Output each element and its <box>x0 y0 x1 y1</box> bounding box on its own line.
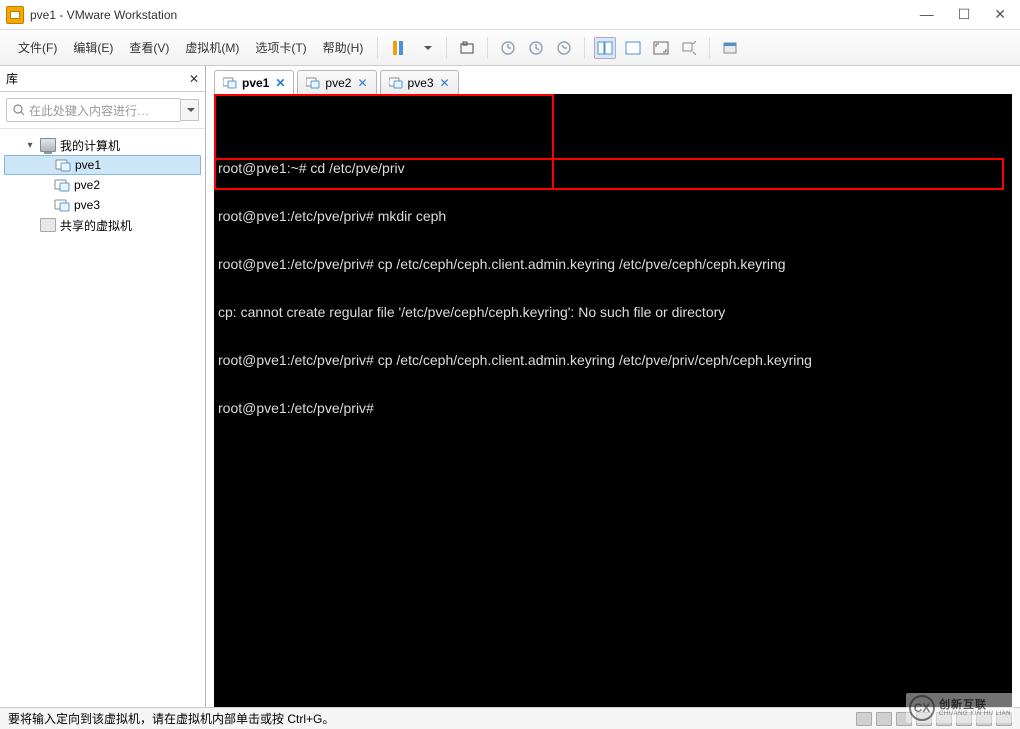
tree-shared-vms[interactable]: 共享的虚拟机 <box>4 215 201 235</box>
menu-vm[interactable]: 虚拟机(M) <box>177 35 247 60</box>
window-titlebar: pve1 - VMware Workstation — ☐ ✕ <box>0 0 1020 30</box>
search-dropdown[interactable] <box>181 99 199 121</box>
vm-tab-bar: pve1 ✕ pve2 ✕ pve3 ✕ <box>206 66 1020 94</box>
tree-shared-label: 共享的虚拟机 <box>60 217 132 234</box>
tab-close-button[interactable]: ✕ <box>275 76 285 90</box>
vm-icon <box>54 198 70 212</box>
tab-label: pve1 <box>242 76 269 90</box>
menu-view[interactable]: 查看(V) <box>121 35 177 60</box>
view-split-button[interactable] <box>594 37 616 59</box>
unity-button[interactable] <box>678 37 700 59</box>
close-button[interactable]: ✕ <box>994 6 1006 23</box>
tree-node-label: pve3 <box>74 198 100 212</box>
device-usb-icon[interactable] <box>936 712 952 726</box>
vm-tab-pve3[interactable]: pve3 ✕ <box>380 70 459 94</box>
device-display-icon[interactable] <box>996 712 1012 726</box>
terminal-line: root@pve1:/etc/pve/priv# <box>218 400 1008 416</box>
annotation-box-2 <box>214 158 1004 190</box>
shared-icon <box>40 218 56 232</box>
menu-file[interactable]: 文件(F) <box>10 35 65 60</box>
status-text: 要将输入定向到该虚拟机，请在虚拟机内部单击或按 Ctrl+G。 <box>8 710 334 727</box>
tab-label: pve2 <box>325 76 351 90</box>
tree-root-my-computer[interactable]: ▾ 我的计算机 <box>4 135 201 155</box>
vm-tab-pve1[interactable]: pve1 ✕ <box>214 70 294 94</box>
clock1-icon[interactable] <box>497 37 519 59</box>
terminal-line: root@pve1:/etc/pve/priv# cp /etc/ceph/ce… <box>218 256 1008 272</box>
vm-icon <box>389 77 403 89</box>
vm-tree: ▾ 我的计算机 pve1 pve2 pve3 共享的虚拟机 <box>0 129 205 707</box>
tree-root-label: 我的计算机 <box>60 137 120 154</box>
clock2-icon[interactable] <box>525 37 547 59</box>
pause-dropdown[interactable] <box>415 37 437 59</box>
tab-label: pve3 <box>408 76 434 90</box>
menu-bar: 文件(F) 编辑(E) 查看(V) 虚拟机(M) 选项卡(T) 帮助(H) <box>0 30 1020 66</box>
menu-edit[interactable]: 编辑(E) <box>65 35 121 60</box>
library-button[interactable] <box>719 37 741 59</box>
tree-node-label: pve2 <box>74 178 100 192</box>
search-input[interactable]: 在此处键入内容进行… <box>6 98 181 122</box>
snapshot-button[interactable] <box>456 37 478 59</box>
terminal-line: root@pve1:/etc/pve/priv# cp /etc/ceph/ce… <box>218 352 1008 368</box>
menu-help[interactable]: 帮助(H) <box>315 35 372 60</box>
vm-terminal[interactable]: root@pve1:~# cd /etc/pve/priv root@pve1:… <box>214 94 1012 707</box>
expand-icon[interactable]: ▾ <box>24 140 36 151</box>
sidebar-title: 库 <box>6 70 18 87</box>
vm-icon <box>55 158 71 172</box>
search-icon <box>13 104 25 116</box>
terminal-line: cp: cannot create regular file '/etc/pve… <box>218 304 1008 320</box>
device-floppy-icon[interactable] <box>896 712 912 726</box>
vm-icon <box>54 178 70 192</box>
search-placeholder: 在此处键入内容进行… <box>29 102 149 119</box>
device-sound-icon[interactable] <box>956 712 972 726</box>
menu-tabs[interactable]: 选项卡(T) <box>247 35 314 60</box>
app-icon <box>6 6 24 24</box>
vm-icon <box>223 77 237 89</box>
fullscreen-button[interactable] <box>650 37 672 59</box>
tree-node-label: pve1 <box>75 158 101 172</box>
clock3-icon[interactable] <box>553 37 575 59</box>
pause-button[interactable] <box>387 37 409 59</box>
device-cd-icon[interactable] <box>876 712 892 726</box>
maximize-button[interactable]: ☐ <box>958 6 971 23</box>
library-sidebar: 库 ✕ 在此处键入内容进行… ▾ 我的计算机 pve1 pve2 <box>0 66 206 707</box>
vm-icon <box>306 77 320 89</box>
computer-icon <box>40 138 56 152</box>
device-hdd-icon[interactable] <box>856 712 872 726</box>
terminal-line: root@pve1:/etc/pve/priv# mkdir ceph <box>218 208 1008 224</box>
tree-node-pve2[interactable]: pve2 <box>4 175 201 195</box>
view-single-button[interactable] <box>622 37 644 59</box>
minimize-button[interactable]: — <box>920 6 934 23</box>
vm-tab-pve2[interactable]: pve2 ✕ <box>297 70 376 94</box>
device-printer-icon[interactable] <box>976 712 992 726</box>
console-area: pve1 ✕ pve2 ✕ pve3 ✕ root@pve1:~# cd /et… <box>206 66 1020 707</box>
status-bar: 要将输入定向到该虚拟机，请在虚拟机内部单击或按 Ctrl+G。 <box>0 707 1020 729</box>
window-title: pve1 - VMware Workstation <box>30 8 177 22</box>
sidebar-close-button[interactable]: ✕ <box>189 72 199 86</box>
device-network-icon[interactable] <box>916 712 932 726</box>
tree-node-pve1[interactable]: pve1 <box>4 155 201 175</box>
tab-close-button[interactable]: ✕ <box>440 76 450 90</box>
tab-close-button[interactable]: ✕ <box>357 76 367 90</box>
tree-node-pve3[interactable]: pve3 <box>4 195 201 215</box>
